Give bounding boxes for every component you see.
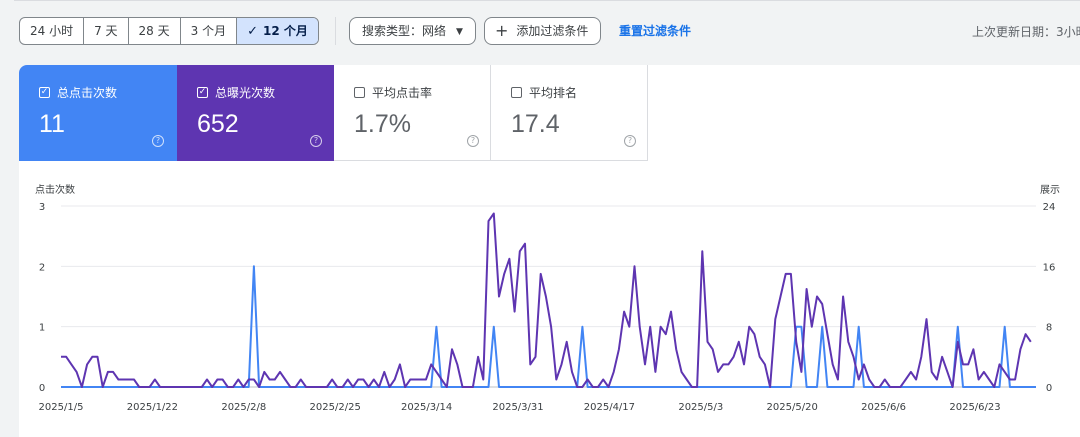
x-tick-label: 2025/3/31 bbox=[492, 402, 543, 413]
metric-label: 总曝光次数 bbox=[215, 86, 276, 100]
x-tick-label: 2025/6/6 bbox=[861, 402, 906, 413]
search-type-dropdown[interactable]: 搜索类型：网络 ▼ bbox=[349, 17, 476, 45]
right-tick-label: 24 bbox=[1043, 202, 1056, 213]
x-tick-label: 2025/1/22 bbox=[127, 402, 178, 413]
left-tick-label: 2 bbox=[39, 262, 45, 273]
metric-tiles: ✓ 总点击次数 11 ? ✓ 总曝光次数 652 ? 平均点击率 1.7% ? … bbox=[19, 65, 648, 161]
range-24h-button[interactable]: 24 小时 bbox=[20, 18, 85, 44]
metric-label: 平均点击率 bbox=[372, 86, 433, 100]
metric-total-clicks[interactable]: ✓ 总点击次数 11 ? bbox=[19, 65, 177, 161]
chart-svg[interactable]: 点击次数 展示 3 24 2 16 1 8 0 0 2025/1/5 2025/1/22 2025/… bbox=[19, 170, 1080, 437]
chart-grid bbox=[61, 205, 1036, 388]
help-icon[interactable]: ? bbox=[310, 135, 322, 147]
right-tick-label: 8 bbox=[1046, 323, 1052, 334]
range-label: 12 个月 bbox=[263, 24, 308, 38]
chart-series bbox=[61, 212, 1036, 388]
toolbar-divider bbox=[335, 17, 336, 45]
plus-icon: + bbox=[495, 21, 509, 40]
help-icon[interactable]: ? bbox=[624, 135, 636, 147]
left-tick-label: 0 bbox=[39, 383, 45, 394]
x-tick-label: 2025/3/14 bbox=[401, 402, 452, 413]
range-3m-button[interactable]: 3 个月 bbox=[181, 18, 238, 44]
x-tick-label: 2025/5/3 bbox=[678, 402, 723, 413]
left-tick-label: 1 bbox=[39, 323, 45, 334]
right-tick-label: 0 bbox=[1046, 383, 1052, 394]
toolbar: 24 小时 7 天 28 天 3 个月 ✓ 12 个月 搜索类型：网络 ▼ + 添加过… bbox=[19, 17, 1080, 45]
check-icon: ✓ bbox=[247, 24, 258, 39]
metric-label: 平均排名 bbox=[529, 86, 578, 100]
range-12m-button[interactable]: ✓ 12 个月 bbox=[237, 18, 318, 44]
date-range-selector: 24 小时 7 天 28 天 3 个月 ✓ 12 个月 bbox=[19, 17, 319, 45]
metric-total-impressions[interactable]: ✓ 总曝光次数 652 ? bbox=[177, 65, 334, 161]
metric-value: 1.7% bbox=[354, 110, 411, 138]
range-label: 3 个月 bbox=[190, 24, 227, 38]
metric-average-ctr[interactable]: 平均点击率 1.7% ? bbox=[334, 65, 491, 161]
x-tick-label: 2025/2/25 bbox=[310, 402, 361, 413]
metric-label: 总点击次数 bbox=[57, 86, 118, 100]
performance-card: ✓ 总点击次数 11 ? ✓ 总曝光次数 652 ? 平均点击率 1.7% ? … bbox=[19, 65, 1080, 437]
range-7d-button[interactable]: 7 天 bbox=[84, 18, 129, 44]
help-icon[interactable]: ? bbox=[467, 135, 479, 147]
last-update-text: 上次更新日期：3小时 bbox=[972, 25, 1080, 39]
left-tick-label: 3 bbox=[39, 202, 45, 213]
metric-value: 17.4 bbox=[511, 110, 560, 138]
checkbox-checked-icon[interactable]: ✓ bbox=[39, 87, 50, 98]
checkbox-unchecked-icon[interactable] bbox=[354, 87, 365, 98]
caret-down-icon: ▼ bbox=[456, 27, 463, 37]
right-axis-label: 展示 bbox=[1040, 184, 1060, 196]
reset-filters-link[interactable]: 重置过滤条件 bbox=[619, 22, 691, 39]
x-tick-label: 2025/4/17 bbox=[584, 402, 635, 413]
top-divider bbox=[14, 0, 1080, 1]
help-icon[interactable]: ? bbox=[152, 135, 164, 147]
metric-value: 11 bbox=[39, 110, 65, 138]
metric-average-position[interactable]: 平均排名 17.4 ? bbox=[491, 65, 648, 161]
range-label: 7 天 bbox=[94, 24, 118, 38]
range-label: 28 天 bbox=[138, 24, 170, 38]
x-tick-label: 2025/6/23 bbox=[949, 402, 1000, 413]
right-tick-label: 16 bbox=[1043, 262, 1056, 273]
checkbox-unchecked-icon[interactable] bbox=[511, 87, 522, 98]
metric-value: 652 bbox=[197, 110, 239, 138]
checkbox-checked-icon[interactable]: ✓ bbox=[197, 87, 208, 98]
range-28d-button[interactable]: 28 天 bbox=[129, 18, 181, 44]
x-tick-label: 2025/2/8 bbox=[221, 402, 266, 413]
add-filter-label: 添加过滤条件 bbox=[516, 24, 589, 38]
range-label: 24 小时 bbox=[30, 24, 74, 38]
left-axis-label: 点击次数 bbox=[35, 183, 75, 196]
search-type-label: 搜索类型：网络 bbox=[362, 24, 447, 38]
performance-chart: 点击次数 展示 3 24 2 16 1 8 0 0 2025/1/5 2025/1/22 2025/… bbox=[19, 170, 1080, 437]
x-tick-label: 2025/5/20 bbox=[767, 402, 818, 413]
add-filter-button[interactable]: + 添加过滤条件 bbox=[484, 17, 602, 45]
impressions-series-line bbox=[61, 212, 1032, 388]
search-console-performance: 24 小时 7 天 28 天 3 个月 ✓ 12 个月 搜索类型：网络 ▼ + 添加过… bbox=[0, 0, 1080, 437]
x-tick-label: 2025/1/5 bbox=[39, 402, 84, 413]
